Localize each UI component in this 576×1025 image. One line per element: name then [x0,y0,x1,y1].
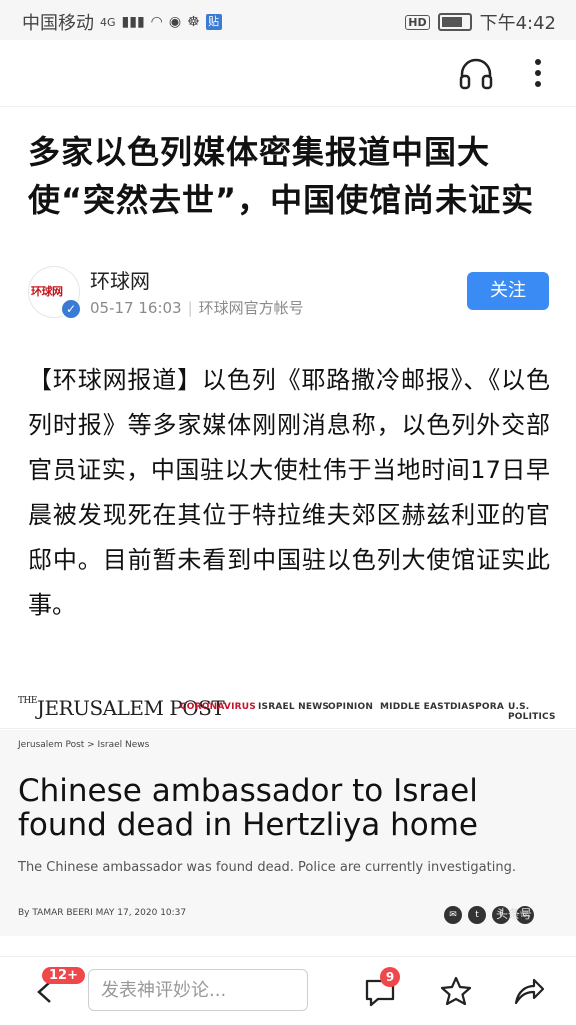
app-notification-icon: ◉ [168,14,182,30]
jp-byline: By TAMAR BEERI MAY 17, 2020 10:37 [18,908,187,918]
favorite-star-icon[interactable] [440,975,472,1007]
jp-breadcrumb: Jerusalem Post > Israel News [18,740,150,750]
top-bar [0,40,576,107]
jp-headline: Chinese ambassador to Israel found dead … [18,773,478,843]
clock: 下午4:42 [479,13,556,34]
article-body: 【环球网报道】以色列《耶路撒冷邮报》、《以色列时报》等多家媒体刚刚消息称，以色列… [28,366,550,619]
jp-nav-bar: THEJERUSALEM POST CORONAVIRUS ISRAEL NEW… [0,688,576,729]
hd-icon: HD [405,14,430,30]
jp-nav-diaspora: DIASPORA [450,702,505,712]
headphone-icon[interactable] [458,56,494,92]
baidu-icon: ☸ [187,14,200,30]
share-icon[interactable] [512,975,546,1007]
jp-article-panel: Jerusalem Post > Israel News Chinese amb… [0,730,576,936]
comment-count-badge: 9 [380,967,400,987]
embedded-screenshot: THEJERUSALEM POST CORONAVIRUS ISRAEL NEW… [0,688,576,936]
status-left: 中国移动 4G ▮▮▮ ◠ ◉ ☸ 贴 [22,9,222,35]
battery-icon [437,13,472,31]
jp-nav-opinion: OPINION [328,702,374,712]
publish-date: 05-17 16:03 [90,299,182,317]
more-options-icon[interactable] [528,54,548,92]
watermark: 头条号 [496,907,533,921]
author-name[interactable]: 环球网 [90,265,150,294]
jp-subheadline: The Chinese ambassador was found dead. P… [18,860,516,875]
follow-button[interactable]: 关注 [467,272,549,310]
email-icon: ✉ [444,906,462,924]
article-title: 多家以色列媒体密集报道中国大使“突然去世”，中国使馆尚未证实 [28,133,535,219]
status-bar: 中国移动 4G ▮▮▮ ◠ ◉ ☸ 贴 HD 下午4:42 [0,0,576,40]
unread-badge: 12+ [42,967,85,984]
account-type: 环球网官方帐号 [198,299,304,317]
jp-nav-israel-news: ISRAEL NEWS [258,702,330,712]
status-right: HD 下午4:42 [405,9,556,35]
jp-nav-coronavirus: CORONAVIRUS [180,702,256,712]
comment-input[interactable]: 发表神评妙论... [88,969,308,1011]
jp-logo-prefix: THE [18,696,37,706]
twitter-icon: t [468,906,486,924]
paste-icon: 贴 [205,14,222,30]
author-meta: 05-17 16:03 | 环球网官方帐号 [90,297,304,318]
meta-divider: | [187,299,193,317]
avatar-logo: 环球网 [31,285,63,298]
bottom-bar: 12+ 发表神评妙论... 9 [0,956,576,1025]
carrier-label: 中国移动 [22,13,94,34]
jp-nav-middle-east: MIDDLE EAST [380,702,451,712]
jp-nav-us-politics: U.S. POLITICS [508,702,556,722]
wifi-icon: ◠ [150,14,163,30]
signal-icon: ▮▮▮ [121,14,145,30]
network-4g-icon: 4G [100,15,116,29]
verified-icon: ✓ [60,298,82,320]
